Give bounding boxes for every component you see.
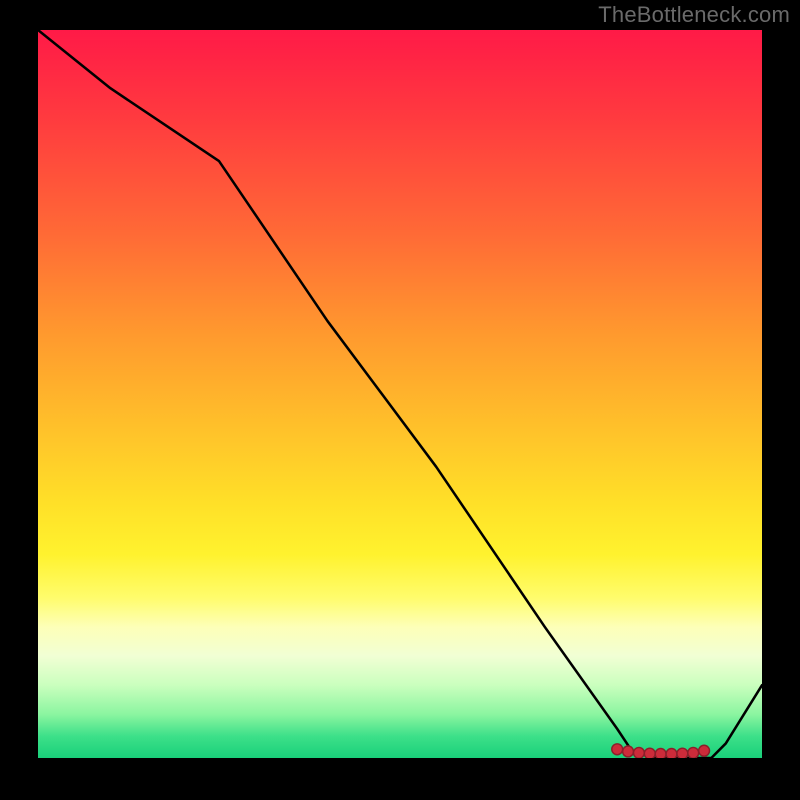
chart-svg xyxy=(38,30,762,758)
attribution-label: TheBottleneck.com xyxy=(598,2,790,28)
marker-dot xyxy=(612,744,623,755)
marker-dot xyxy=(623,746,634,757)
marker-dot xyxy=(688,747,699,758)
marker-dot xyxy=(677,748,688,758)
marker-dot xyxy=(666,749,677,758)
highlight-markers xyxy=(612,744,710,758)
plot-area xyxy=(38,30,762,758)
marker-dot xyxy=(633,747,644,758)
chart-frame: TheBottleneck.com xyxy=(0,0,800,800)
marker-dot xyxy=(644,748,655,758)
marker-dot xyxy=(699,745,710,756)
marker-dot xyxy=(655,749,666,758)
curve-line xyxy=(38,30,762,758)
